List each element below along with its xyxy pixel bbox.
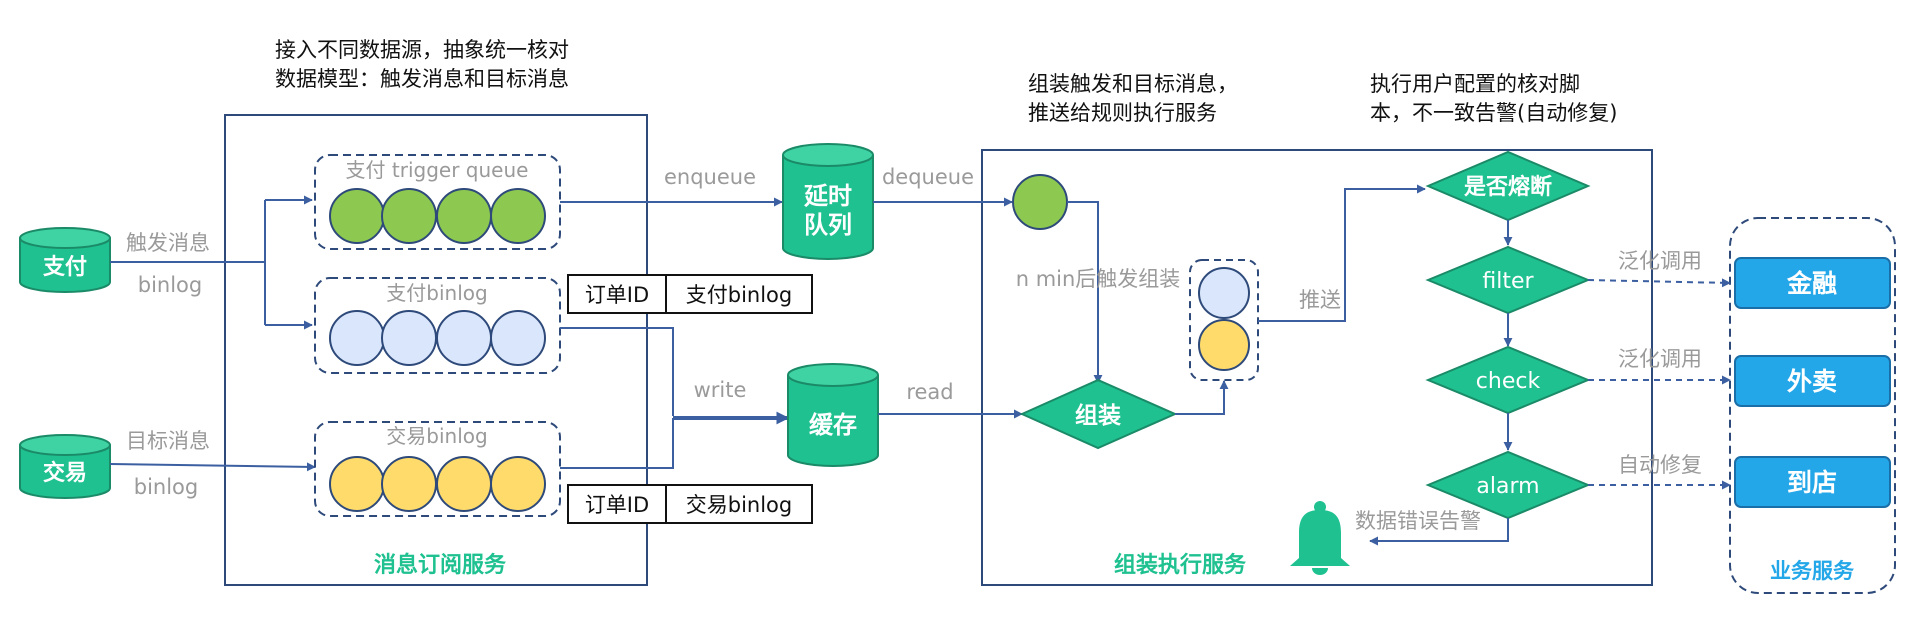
table-value-cell: 支付binlog [686,283,793,307]
pay-source-label: 支付 [43,255,87,280]
auto-fix-label: 自动修复 [1618,453,1702,477]
subscribe-service-title: 消息订阅服务 [374,552,507,578]
assembled-message-pair [1189,259,1259,381]
subscribe-description-line2: 数据模型：触发消息和目标消息 [275,67,569,91]
assemble-service-title: 组装执行服务 [1114,552,1247,578]
table-key-cell: 订单ID [585,283,649,307]
generic-call-label-2: 泛化调用 [1618,347,1702,371]
queue-message-dot [490,310,546,366]
finance-label: 金融 [1786,269,1837,298]
takeout-business-box: 外卖 [1734,355,1891,407]
generic-call-label-1: 泛化调用 [1618,249,1702,273]
assemble-node: 组装 [1019,378,1178,450]
cache-cylinder: 缓存 [787,363,879,467]
check-label: check [1476,369,1541,394]
queue-message-dot [329,188,385,244]
filter-label: filter [1482,269,1534,294]
trigger-queue: 支付 trigger queue [314,154,561,250]
trade-binlog-queue-label: 交易binlog [386,424,487,448]
trigger-queue-label: 支付 trigger queue [346,158,529,182]
store-label: 到店 [1787,468,1837,497]
store-business-box: 到店 [1734,456,1891,508]
to-trade-binlog-queue-arrow [109,462,316,472]
trade-source-database: 交易 [19,434,111,499]
read-label: read [906,380,953,404]
dequeued-trigger-dot [1012,174,1068,230]
push-label: 推送 [1299,288,1341,312]
trade-binlog-write-edge [560,418,674,469]
queue-message-dot [436,188,492,244]
queue-message-dot [381,188,437,244]
queue-message-dot [436,310,492,366]
table-value-cell: 交易binlog [686,493,793,517]
trigger-message-label: 触发消息 [126,231,210,255]
trade-binlog-dot [1198,319,1250,371]
cache-label: 缓存 [809,411,857,439]
queue-message-dot [490,456,546,512]
pay-binlog-edge-label: binlog [138,273,203,297]
pay-binlog-queue-label: 支付binlog [386,281,487,305]
enqueue-label: enqueue [664,165,756,189]
delay-queue-label-line2: 队列 [804,211,852,239]
circuit-breaker-node: 是否熔断 [1425,150,1591,222]
queue-message-dot [436,456,492,512]
pay-binlog-write-edge [560,327,674,416]
pay-binlog-dot [1198,267,1250,319]
dequeue-label: dequeue [882,165,974,189]
delay-queue-cylinder: 延时 队列 [782,143,874,260]
n-min-trigger-arrow [1067,201,1103,384]
bell-icon [1290,501,1350,575]
assemble-description-line1: 组装触发和目标消息， [1028,72,1238,96]
circuit-breaker-label: 是否熔断 [1464,174,1552,200]
execute-description-line1: 执行用户配置的核对脚 [1370,72,1580,96]
table-key-cell: 订单ID [585,493,649,517]
push-arrow [1258,184,1426,322]
trade-binlog-table: 订单ID 交易binlog [567,484,813,524]
pay-source-database: 支付 [19,227,111,293]
n-min-trigger-label: n min后触发组装 [1016,267,1181,291]
finance-business-box: 金融 [1734,257,1891,309]
check-node: check [1425,345,1591,415]
generic-call-arrow-1 [1587,278,1731,288]
trade-source-label: 交易 [43,460,87,486]
assemble-to-pair-arrow [1175,380,1229,415]
queue-message-dot [381,456,437,512]
queue-message-dot [329,456,385,512]
delay-queue-label-line1: 延时 [803,182,852,210]
business-service-title: 业务服务 [1770,559,1855,583]
write-label: write [694,378,747,402]
assemble-description-line2: 推送给规则执行服务 [1028,101,1217,125]
queue-message-dot [329,310,385,366]
target-message-label: 目标消息 [126,429,210,453]
takeout-label: 外卖 [1787,367,1837,396]
alarm-label: alarm [1476,474,1539,499]
subscribe-description-line1: 接入不同数据源，抽象统一核对 [275,38,569,62]
subscribe-description: 接入不同数据源，抽象统一核对 数据模型：触发消息和目标消息 [275,36,569,94]
trade-binlog-edge-label: binlog [134,475,199,499]
pay-binlog-queue: 支付binlog [314,277,561,374]
pay-binlog-table: 订单ID 支付binlog [567,274,813,314]
queue-message-dot [490,188,546,244]
trade-binlog-queue: 交易binlog [314,421,561,517]
filter-node: filter [1425,245,1591,315]
assemble-node-label: 组装 [1075,402,1121,429]
execute-description-line2: 本，不一致告警(自动修复) [1370,101,1618,125]
data-error-alarm-label: 数据错误告警 [1355,509,1481,533]
execute-description: 执行用户配置的核对脚 本，不一致告警(自动修复) [1370,70,1617,128]
queue-message-dot [381,310,437,366]
assemble-description: 组装触发和目标消息， 推送给规则执行服务 [1028,70,1238,128]
